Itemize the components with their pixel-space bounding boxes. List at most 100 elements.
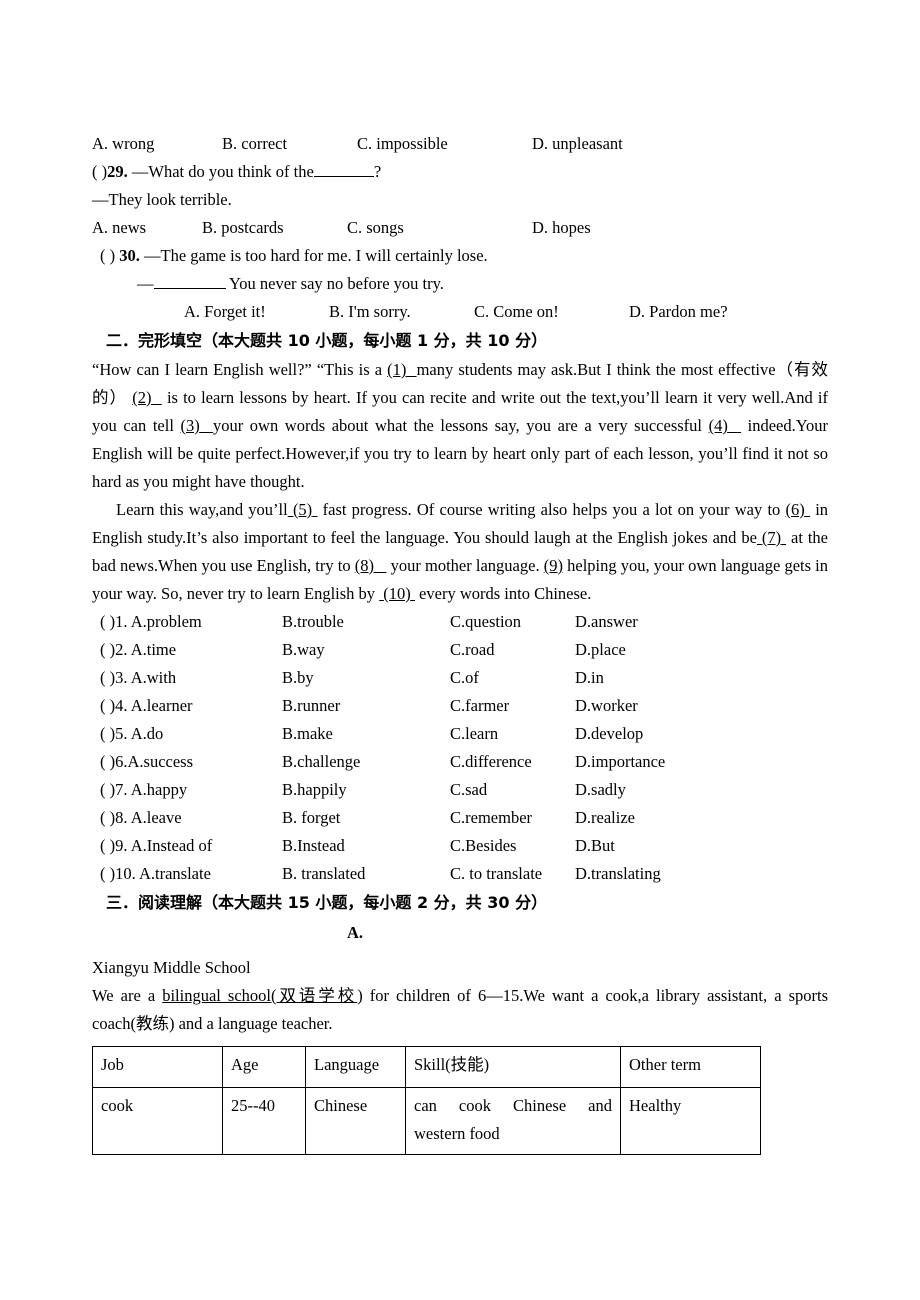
option-b: B.challenge <box>282 752 361 771</box>
cloze-blank-1[interactable]: (1) <box>387 360 406 379</box>
blank-rule <box>411 584 415 603</box>
cloze-blank-10[interactable]: (10) <box>383 584 411 603</box>
cloze-paragraph-1: “How can I learn English well?” “This is… <box>92 356 828 496</box>
cloze-blank-4[interactable]: (4) <box>709 416 728 435</box>
option-d: D.importance <box>575 752 666 771</box>
cloze-option-row: ( )1. A.problem B.trouble C.question D.a… <box>92 608 828 636</box>
exam-page: A. wrong B. correct C. impossible D. unp… <box>0 0 920 1300</box>
question-30-stem: ( ) 30. —The game is too hard for me. I … <box>92 242 828 270</box>
option-b: B. postcards <box>202 218 284 237</box>
school-name: Xiangyu Middle School <box>92 958 251 977</box>
column-header-skill: Skill(技能) <box>405 1046 621 1088</box>
answer-bracket[interactable]: ( ) <box>100 612 115 631</box>
cloze-blank-3[interactable]: (3) <box>181 416 200 435</box>
row-label: ( )8. A.leave <box>100 804 282 832</box>
question-28-options: A. wrong B. correct C. impossible D. unp… <box>92 130 828 158</box>
option-d: D. hopes <box>532 218 591 237</box>
text-run: your mother language. <box>390 556 544 575</box>
option-a: A.with <box>130 668 177 687</box>
blank-rule <box>781 528 786 547</box>
option-b: B.trouble <box>282 612 344 631</box>
reading-intro-paragraph: We are a bilingual school(双语学校) for chil… <box>92 982 828 1038</box>
answer-bracket[interactable]: ( ) <box>100 808 115 827</box>
option-c: C.learn <box>450 724 499 743</box>
option-c: C. to translate <box>450 864 543 883</box>
option-a: A. news <box>92 218 147 237</box>
blank-rule <box>406 360 416 379</box>
option-a: A.problem <box>130 612 202 631</box>
cloze-blank-9[interactable]: (9) <box>544 556 563 575</box>
option-b: B. translated <box>282 864 366 883</box>
question-29-stem: ( )29. —What do you think of the? <box>92 158 828 186</box>
option-c: C. Come on! <box>474 302 559 321</box>
fill-in-blank[interactable] <box>313 176 374 177</box>
cloze-option-row: ( )3. A.with B.by C.of D.in <box>92 664 828 692</box>
option-c: C. songs <box>347 218 404 237</box>
answer-bracket[interactable]: ( ) <box>100 836 115 855</box>
section-three-heading: 三．阅读理解（本大题共 15 小题，每小题 2 分，共 30 分） <box>106 893 548 912</box>
option-b: B.make <box>282 724 333 743</box>
option-b: B. I'm sorry. <box>329 302 411 321</box>
item-number: 10. <box>115 864 136 883</box>
cloze-blank-8[interactable]: (8) <box>355 556 374 575</box>
cloze-options-list: ( )1. A.problem B.trouble C.question D.a… <box>92 608 828 888</box>
text-run: “How can I learn English well?” “This is… <box>92 360 388 379</box>
section-two-heading: 二．完形填空（本大题共 10 小题，每小题 1 分，共 10 分） <box>106 331 548 350</box>
option-b: B.runner <box>282 696 341 715</box>
item-number: 7. <box>115 780 128 799</box>
column-header-other-term: Other term <box>620 1046 761 1088</box>
answer-bracket[interactable]: ( ) <box>100 864 115 883</box>
option-d: D.in <box>575 668 604 687</box>
option-a: A.time <box>130 640 177 659</box>
item-number: 9. <box>115 836 128 855</box>
item-number: 4. <box>115 696 128 715</box>
option-b: B.way <box>282 640 325 659</box>
question-30-reply: — You never say no before you try. <box>92 270 828 298</box>
underlined-term: bilingual school(双语学校 <box>162 986 358 1005</box>
text-run: every words into Chinese. <box>419 584 592 603</box>
option-c: C.Besides <box>450 836 517 855</box>
option-d: D.But <box>575 836 615 855</box>
option-a: A.success <box>127 752 194 771</box>
answer-bracket[interactable]: ( ) <box>100 640 115 659</box>
cell-other-term: Healthy <box>620 1087 761 1155</box>
option-c: C.difference <box>450 752 532 771</box>
answer-bracket[interactable]: ( ) <box>100 668 115 687</box>
option-b: B. forget <box>282 808 341 827</box>
text-run: We are a <box>92 986 163 1005</box>
cell-skill: can cook Chinese and western food <box>405 1087 621 1155</box>
fill-in-blank[interactable] <box>153 288 226 289</box>
cell-language: Chinese <box>305 1087 406 1155</box>
cloze-option-row: ( )6.A.success B.challenge C.difference … <box>92 748 828 776</box>
blank-rule <box>374 556 386 575</box>
cloze-blank-5[interactable]: (5) <box>293 500 312 519</box>
option-d: D.worker <box>575 696 638 715</box>
blank-rule <box>151 388 161 407</box>
cloze-option-row: ( )7. A.happy B.happily C.sad D.sadly <box>92 776 828 804</box>
option-a: A.translate <box>138 864 211 883</box>
option-d: D.realize <box>575 808 635 827</box>
cloze-blank-7[interactable]: (7) <box>762 528 781 547</box>
answer-bracket[interactable]: ( ) <box>100 246 115 265</box>
stem-text: —What do you think of the <box>131 162 314 181</box>
answer-bracket[interactable]: ( ) <box>100 752 115 771</box>
item-number: 3. <box>115 668 128 687</box>
row-label: ( )5. A.do <box>100 720 282 748</box>
blank-rule <box>200 416 213 435</box>
row-label: ( )2. A.time <box>100 636 282 664</box>
option-c: C.farmer <box>450 696 510 715</box>
stem-text: —The game is too hard for me. I will cer… <box>144 246 488 265</box>
answer-bracket[interactable]: ( ) <box>100 724 115 743</box>
answer-bracket[interactable]: ( ) <box>100 780 115 799</box>
cloze-blank-6[interactable]: (6) <box>786 500 805 519</box>
option-c: C.road <box>450 640 495 659</box>
text-run: fast progress. Of course writing also he… <box>322 500 786 519</box>
option-a: A.Instead of <box>130 836 213 855</box>
answer-bracket[interactable]: ( ) <box>100 696 115 715</box>
cell-job: cook <box>92 1087 223 1155</box>
row-label: ( )7. A.happy <box>100 776 282 804</box>
answer-bracket[interactable]: ( ) <box>92 162 107 181</box>
option-d: D.place <box>575 640 626 659</box>
cloze-blank-2[interactable]: (2) <box>132 388 151 407</box>
table-row: cook 25--40 Chinese can cook Chinese and… <box>92 1087 761 1155</box>
